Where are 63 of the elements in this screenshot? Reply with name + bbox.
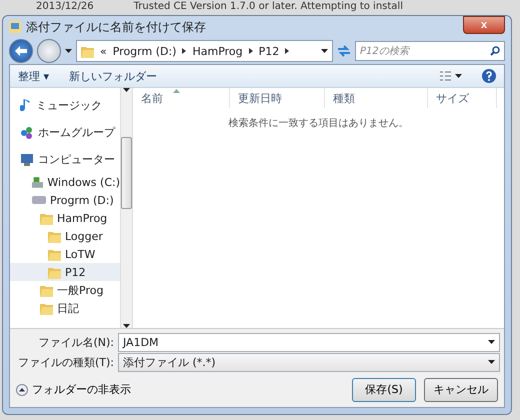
back-button[interactable] [9, 39, 33, 63]
sidebar-item[interactable]: 一般Prog [10, 281, 120, 299]
empty-message: 検索条件に一致する項目はありません。 [228, 116, 410, 130]
background-date: 2013/12/26 [36, 0, 94, 14]
folder-icon [40, 284, 53, 296]
refresh-icon[interactable] [337, 45, 351, 57]
help-icon[interactable] [482, 69, 496, 83]
window-title: 添付ファイルに名前を付けて保存 [26, 18, 207, 36]
sidebar-item[interactable]: Logger [10, 227, 120, 245]
folder-icon [48, 230, 61, 242]
sidebar-item[interactable]: ミュージック [10, 92, 120, 119]
collapse-icon [16, 384, 28, 396]
forward-button[interactable] [37, 39, 61, 63]
filename-label: ファイル名(N): [37, 334, 114, 350]
scrollbar[interactable] [120, 88, 132, 328]
folder-icon [40, 212, 53, 224]
caret-icon [488, 340, 495, 344]
caret-icon [321, 49, 328, 53]
folder-icon [48, 266, 61, 278]
column-header[interactable]: 名前 [133, 88, 230, 108]
window-icon [9, 21, 21, 33]
sidebar-item[interactable]: P12 [10, 263, 120, 281]
chevron-icon [285, 48, 290, 54]
folder-icon [48, 248, 61, 260]
sidebar-item[interactable]: Progrm (D:) [10, 191, 120, 209]
history-caret-icon [65, 49, 72, 53]
sidebar-item[interactable]: 日記 [10, 299, 120, 317]
drive-icon [32, 176, 44, 188]
chevron-icon [248, 48, 253, 54]
homegroup-icon [20, 126, 34, 139]
breadcrumb[interactable]: P12 [258, 44, 280, 58]
back-arrow-icon [15, 46, 27, 56]
chevron-icon [182, 48, 186, 54]
search-icon [490, 46, 500, 56]
filename-field[interactable]: JA1DM [118, 332, 500, 352]
column-header[interactable]: サイズ [428, 88, 497, 108]
organize-button[interactable]: 整理 ▾ [18, 68, 50, 84]
column-header[interactable]: 種類 [325, 88, 428, 108]
filetype-dropdown[interactable]: 添付ファイル (*.*) [118, 352, 500, 372]
sidebar-item[interactable]: HamProg [10, 209, 120, 227]
folder-icon [81, 44, 94, 58]
sidebar-item[interactable]: Windows (C:) [10, 173, 120, 191]
breadcrumb[interactable]: Progrm (D:) [112, 44, 176, 58]
caret-icon [488, 360, 495, 364]
sidebar-item[interactable]: LoTW [10, 245, 120, 263]
sidebar-item[interactable]: ホームグループ [10, 119, 120, 146]
breadcrumb[interactable]: HamProg [192, 44, 243, 58]
scroll-down-icon [123, 324, 130, 328]
filetype-label: ファイルの種類(T): [16, 354, 114, 370]
search-field[interactable]: P12の検索 [355, 41, 505, 61]
folder-icon [40, 302, 53, 314]
cancel-button[interactable]: キャンセル [424, 378, 498, 402]
drive-icon [32, 196, 46, 204]
view-options-icon[interactable] [440, 71, 462, 81]
sidebar-item[interactable]: コンピューター [10, 146, 120, 173]
hide-folders-button[interactable]: フォルダーの非表示 [16, 382, 344, 397]
address-bar[interactable]: « Progrm (D:) HamProg P12 [76, 40, 333, 62]
save-button[interactable]: 保存(S) [352, 378, 416, 402]
background-text: Trusted CE Version 1.7.0 or later. Attempting to install [134, 0, 403, 14]
music-note-icon [20, 99, 32, 112]
new-folder-button[interactable]: 新しいフォルダー [69, 68, 420, 84]
computer-icon [20, 154, 34, 166]
column-header[interactable]: 更新日時 [230, 88, 325, 108]
